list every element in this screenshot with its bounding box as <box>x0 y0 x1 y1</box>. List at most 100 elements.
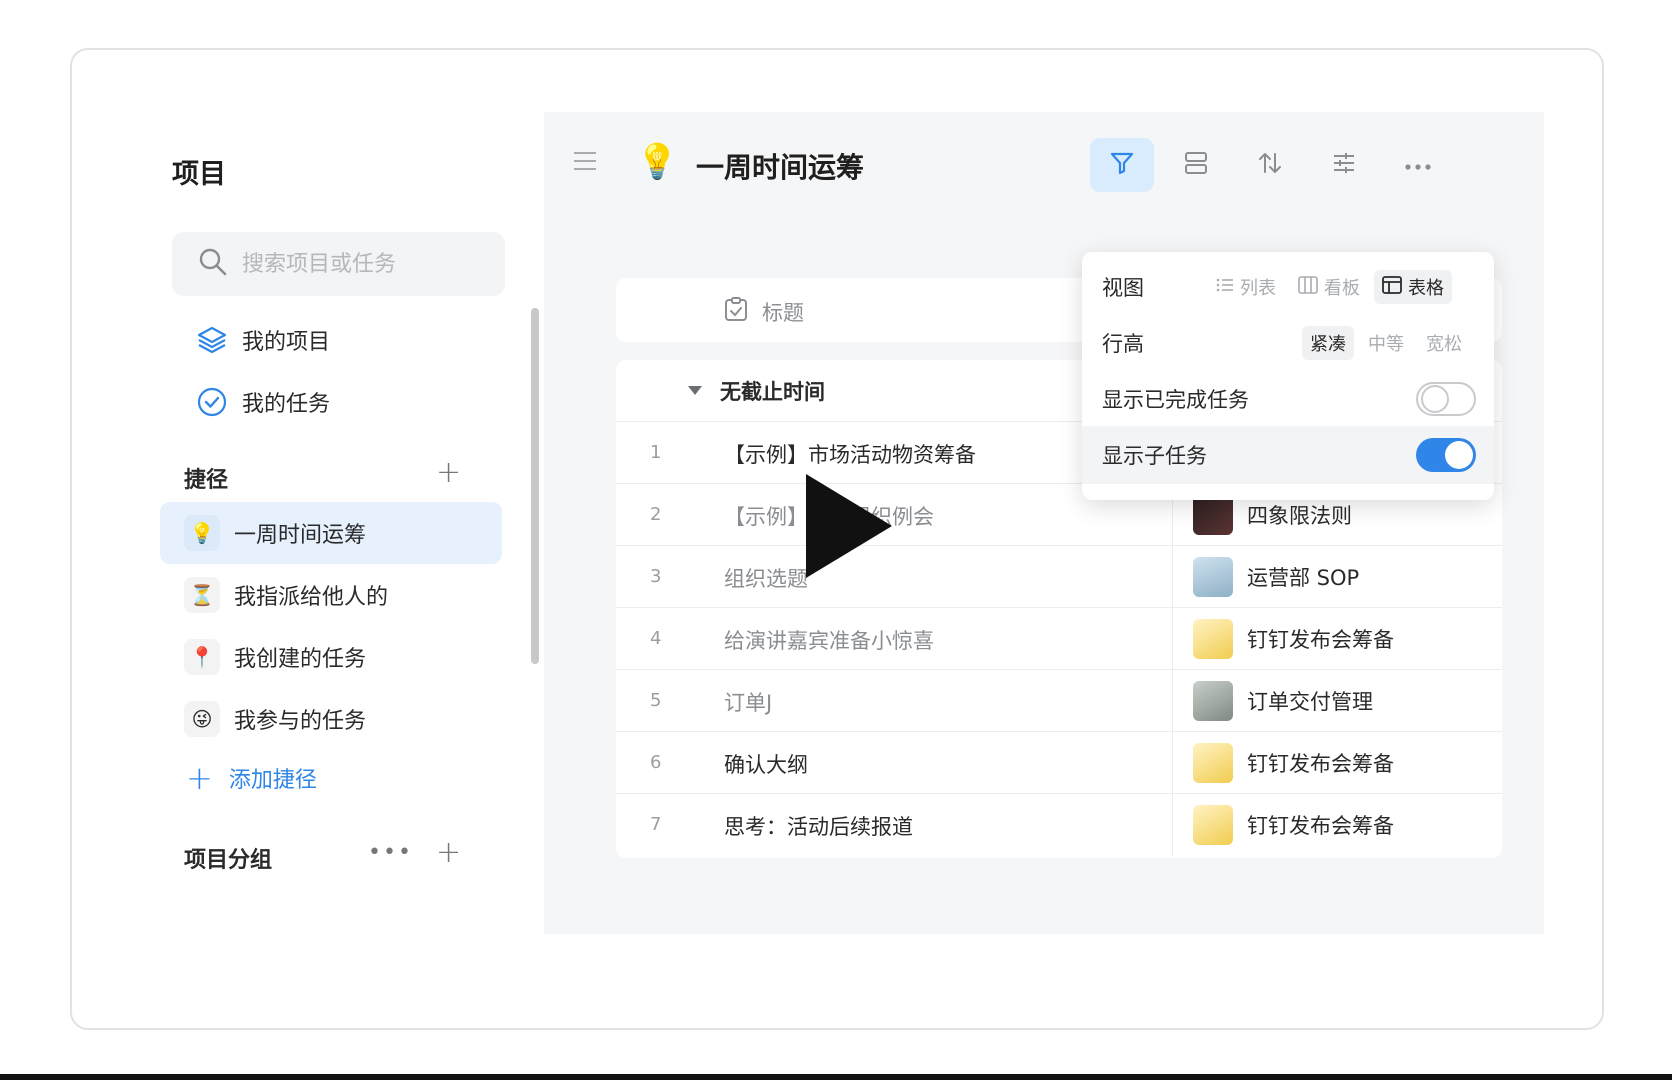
group-button[interactable] <box>1164 138 1228 192</box>
nav-my-tasks-label: 我的任务 <box>242 392 331 417</box>
project-groups-title: 项目分组 <box>184 848 273 873</box>
sort-button[interactable] <box>1238 138 1302 192</box>
table-icon <box>1382 275 1402 299</box>
project-thumbnail <box>1193 681 1233 721</box>
collapse-caret-icon[interactable] <box>688 386 702 395</box>
view-option-label: 看板 <box>1324 278 1360 299</box>
view-settings-popover: 视图 列表 看板 表格 行高 紧凑 中等 宽松 显示已完成任务 显示子任务 <box>1082 252 1494 500</box>
project-cell[interactable]: 钉钉发布会筹备 <box>1172 732 1502 794</box>
project-name: 钉钉发布会筹备 <box>1247 752 1394 776</box>
sidebar-scrollbar[interactable] <box>531 308 539 664</box>
task-title[interactable]: 确认大纲 <box>724 749 808 779</box>
video-play-icon[interactable] <box>806 474 892 578</box>
view-option-table[interactable]: 表格 <box>1374 270 1452 304</box>
winking-face-icon: 😜 <box>184 701 220 737</box>
task-title[interactable]: 给演讲嘉宾准备小惊喜 <box>724 625 934 655</box>
table-row[interactable]: 5 订单J 订单交付管理 <box>616 670 1502 732</box>
view-row: 视图 列表 看板 表格 <box>1082 258 1494 316</box>
board-icon <box>1298 275 1318 299</box>
shortcut-label: 我指派给他人的 <box>234 585 389 610</box>
shortcut-label: 我创建的任务 <box>234 647 367 672</box>
more-icon <box>1404 156 1432 175</box>
show-subtasks-toggle[interactable] <box>1416 438 1476 472</box>
bottom-bar <box>0 1074 1672 1080</box>
row-height-medium[interactable]: 中等 <box>1360 326 1412 360</box>
group-title: 无截止时间 <box>720 380 825 404</box>
pin-icon: 📍 <box>184 639 220 675</box>
project-name: 四象限法则 <box>1247 504 1352 528</box>
add-shortcut-label: 添加捷径 <box>228 768 317 793</box>
menu-icon[interactable] <box>574 152 596 176</box>
project-name: 订单交付管理 <box>1247 690 1373 714</box>
project-name: 钉钉发布会筹备 <box>1247 814 1394 838</box>
show-subtasks-row: 显示子任务 <box>1082 426 1494 484</box>
view-label: 视图 <box>1102 276 1144 300</box>
layers-icon <box>194 322 230 358</box>
row-number: 6 <box>650 752 662 773</box>
row-number: 2 <box>650 504 662 525</box>
shortcuts-title: 捷径 <box>184 468 229 493</box>
show-completed-label: 显示已完成任务 <box>1102 388 1249 412</box>
add-group-plus-icon[interactable]: + <box>436 838 461 868</box>
page-icon: 💡 <box>636 142 679 182</box>
shortcut-item[interactable]: 📍 我创建的任务 <box>160 626 502 688</box>
project-name: 钉钉发布会筹备 <box>1247 628 1394 652</box>
show-completed-row: 显示已完成任务 <box>1082 370 1494 428</box>
row-height-label: 行高 <box>1102 332 1144 356</box>
more-icon[interactable]: ••• <box>368 840 413 865</box>
row-height-loose[interactable]: 宽松 <box>1418 326 1470 360</box>
row-height-row: 行高 紧凑 中等 宽松 <box>1082 314 1494 372</box>
task-title[interactable]: 订单J <box>724 687 772 717</box>
settings-sliders-button[interactable] <box>1312 138 1376 192</box>
add-shortcut-button[interactable]: + 添加捷径 <box>186 762 317 794</box>
task-title[interactable]: 【示例】市场活动物资筹备 <box>724 439 976 469</box>
sidebar: 项目 我的项目 我的任务 捷径 + 💡 一周时间运筹 ⏳ 我 <box>72 50 542 1028</box>
search-icon <box>198 247 228 281</box>
project-thumbnail <box>1193 619 1233 659</box>
project-cell[interactable]: 订单交付管理 <box>1172 670 1502 732</box>
sort-icon <box>1257 150 1283 180</box>
shortcut-label: 我参与的任务 <box>234 709 367 734</box>
project-name: 运营部 SOP <box>1247 566 1360 590</box>
project-cell[interactable]: 运营部 SOP <box>1172 546 1502 608</box>
table-row[interactable]: 3 组织选题 运营部 SOP <box>616 546 1502 608</box>
nav-my-projects[interactable]: 我的项目 <box>194 320 330 360</box>
nav-my-tasks[interactable]: 我的任务 <box>194 382 330 422</box>
task-title[interactable]: 组织选题 <box>724 563 808 593</box>
table-row[interactable]: 7 思考：活动后续报道 钉钉发布会筹备 <box>616 794 1502 856</box>
shortcut-item[interactable]: 😜 我参与的任务 <box>160 688 502 750</box>
project-thumbnail <box>1193 805 1233 845</box>
page-title: 一周时间运筹 <box>696 151 865 184</box>
project-cell[interactable]: 钉钉发布会筹备 <box>1172 794 1502 856</box>
sidebar-title: 项目 <box>172 159 226 190</box>
list-icon <box>1216 277 1234 298</box>
project-cell[interactable]: 钉钉发布会筹备 <box>1172 608 1502 670</box>
check-circle-icon <box>194 384 230 420</box>
clipboard-check-icon <box>724 296 748 327</box>
filter-button[interactable] <box>1090 138 1154 192</box>
table-row[interactable]: 4 给演讲嘉宾准备小惊喜 钉钉发布会筹备 <box>616 608 1502 670</box>
view-switcher: 列表 看板 表格 <box>1202 270 1452 304</box>
hourglass-icon: ⏳ <box>184 577 220 613</box>
search-box[interactable] <box>172 232 505 296</box>
search-input[interactable] <box>242 251 492 277</box>
table-row[interactable]: 6 确认大纲 钉钉发布会筹备 <box>616 732 1502 794</box>
view-option-board[interactable]: 看板 <box>1290 270 1368 304</box>
view-option-label: 列表 <box>1240 278 1276 299</box>
plus-icon: + <box>186 759 213 797</box>
shortcut-item[interactable]: 💡 一周时间运筹 <box>160 502 502 564</box>
main-panel: 💡 一周时间运筹 标题 无截止时间 1 【示例】市场活动物资筹备 2 【示例】每… <box>544 112 1544 934</box>
row-height-compact[interactable]: 紧凑 <box>1302 326 1354 360</box>
app-window: 项目 我的项目 我的任务 捷径 + 💡 一周时间运筹 ⏳ 我 <box>70 48 1604 1030</box>
add-shortcut-plus-icon[interactable]: + <box>436 458 461 488</box>
show-subtasks-label: 显示子任务 <box>1102 444 1207 468</box>
shortcut-item[interactable]: ⏳ 我指派给他人的 <box>160 564 502 626</box>
title-column-label: 标题 <box>762 300 804 325</box>
view-option-label: 表格 <box>1408 278 1444 299</box>
task-title[interactable]: 思考：活动后续报道 <box>724 811 913 841</box>
view-option-list[interactable]: 列表 <box>1208 270 1284 304</box>
more-options-button[interactable] <box>1386 138 1450 192</box>
show-completed-toggle[interactable] <box>1416 382 1476 416</box>
row-height-switcher: 紧凑 中等 宽松 <box>1296 326 1470 360</box>
title-column-header[interactable]: 标题 <box>724 296 804 327</box>
